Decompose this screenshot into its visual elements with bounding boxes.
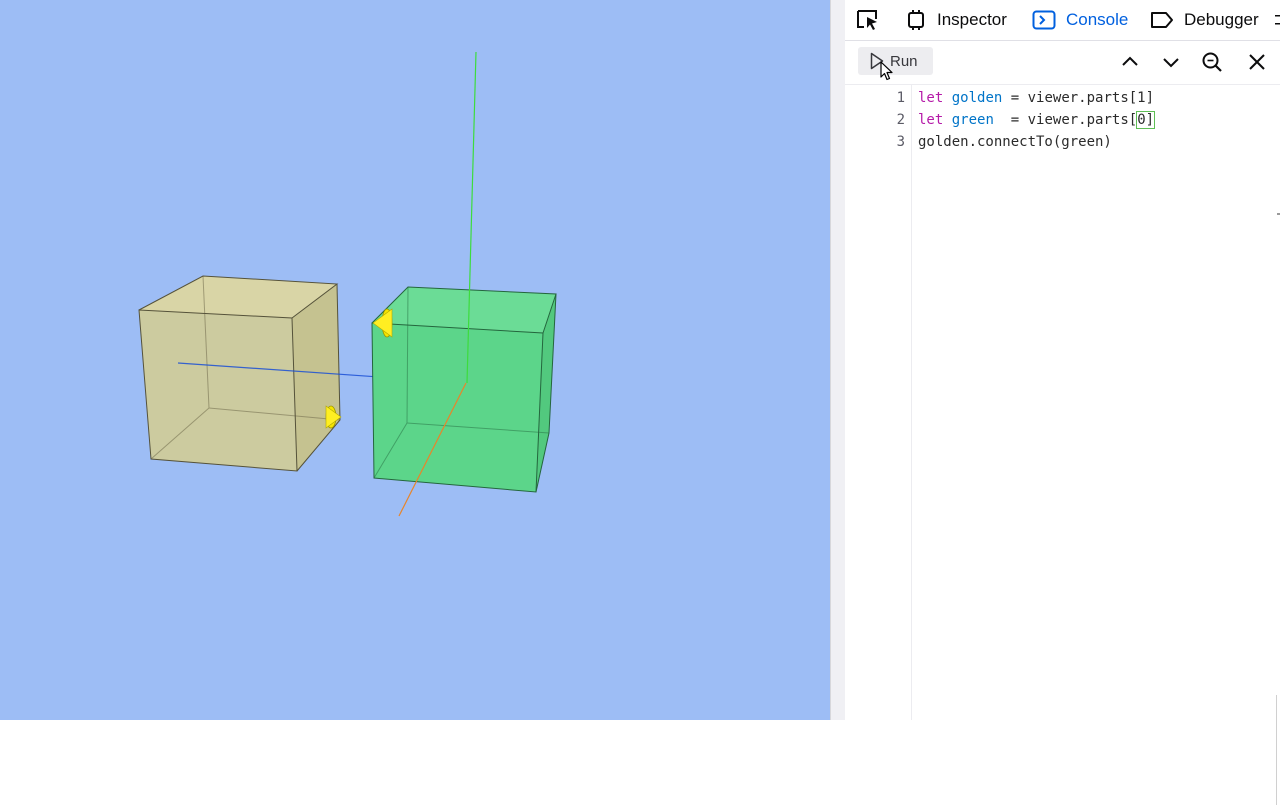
inspector-icon [908, 10, 924, 30]
mouse-cursor-icon [880, 61, 893, 81]
run-button[interactable]: Run [858, 47, 933, 75]
3d-viewport[interactable] [0, 0, 830, 720]
golden-box[interactable] [138, 275, 341, 472]
overflow-menu-icon[interactable] [1275, 12, 1280, 28]
chevron-up-icon[interactable] [1119, 51, 1141, 73]
line-number: 2 [896, 112, 905, 128]
scene-canvas[interactable] [0, 0, 830, 720]
variable: green [951, 112, 994, 128]
panel-splitter[interactable] [830, 0, 846, 720]
line-number: 1 [896, 90, 905, 106]
devtools-tabbar: Inspector Console Debugger [845, 0, 1280, 41]
run-button-label: Run [890, 52, 918, 70]
tab-inspector-label: Inspector [937, 10, 1007, 29]
tab-console[interactable]: Console [1032, 0, 1128, 40]
tab-inspector[interactable]: Inspector [905, 0, 1007, 40]
bracket-match-highlight: 0] [1136, 111, 1156, 129]
chevron-down-icon[interactable] [1160, 51, 1182, 73]
tab-debugger[interactable]: Debugger [1150, 0, 1259, 40]
variable: golden [951, 90, 1003, 106]
editor-toolbar: Run [845, 41, 1280, 85]
code-line-3: golden.connectTo(green) [918, 134, 1112, 150]
close-icon[interactable] [1246, 51, 1268, 73]
code-text: = viewer.parts[ [993, 112, 1138, 128]
element-picker-icon[interactable] [855, 8, 881, 32]
code-editor[interactable]: 1 2 3 let golden = viewer.parts[1] let g… [845, 85, 1280, 805]
code-text: = viewer.parts[1] [1002, 90, 1155, 106]
scrollbar[interactable] [1276, 695, 1280, 805]
devtools-panel: Inspector Console Debugger Run 1 2 3 let… [845, 0, 1280, 805]
keyword: let [918, 112, 944, 128]
tab-console-label: Console [1066, 10, 1129, 29]
green-box[interactable] [371, 286, 557, 493]
keyword: let [918, 90, 944, 106]
code-line-1: let golden = viewer.parts[1] [918, 87, 1154, 109]
line-number: 3 [896, 134, 905, 150]
code-line-2: let green = viewer.parts[0] [918, 109, 1156, 131]
console-icon [1032, 10, 1056, 30]
tab-debugger-label: Debugger [1184, 10, 1259, 29]
search-icon[interactable] [1201, 51, 1223, 73]
debugger-icon [1151, 12, 1173, 28]
line-gutter: 1 2 3 [845, 85, 912, 720]
